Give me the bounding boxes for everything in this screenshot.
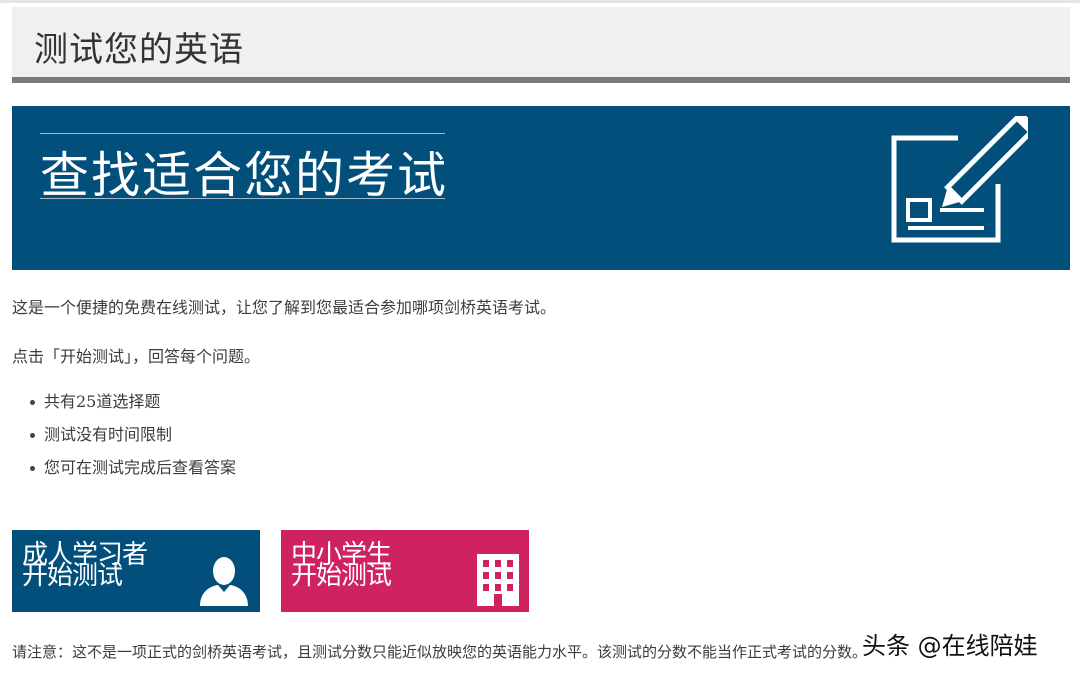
list-item-text: 测试没有时间限制 (44, 425, 173, 444)
feature-list: 共有25道选择题 测试没有时间限制 您可在测试完成后查看答案 (12, 390, 236, 489)
list-item-text: 共有25道选择题 (44, 392, 161, 411)
header-divider (12, 77, 1070, 83)
bullet-icon (30, 466, 35, 471)
adult-start-test-button[interactable]: 成人学习者 开始测试 (12, 530, 260, 612)
student-start-test-button[interactable]: 中小学生 开始测试 (281, 530, 529, 612)
exam-form-pencil-icon (891, 116, 1028, 243)
page-title: 测试您的英语 (34, 30, 244, 70)
banner-rule-top (40, 133, 445, 134)
list-item: 您可在测试完成后查看答案 (12, 456, 236, 489)
cta-label-line2: 开始测试 (291, 561, 392, 591)
person-icon (200, 557, 248, 606)
banner-title: 查找适合您的考试 (40, 147, 449, 204)
banner-rule-bottom (40, 198, 445, 199)
disclaimer-note: 请注意：这不是一项正式的剑桥英语考试，且测试分数只能近似放映您的英语能力水平。该… (12, 643, 868, 661)
list-item-text: 您可在测试完成后查看答案 (44, 458, 237, 477)
school-building-icon (477, 554, 519, 606)
instruction-text: 点击「开始测试」，回答每个问题。 (12, 347, 261, 366)
list-item: 测试没有时间限制 (12, 423, 236, 456)
page-header: 测试您的英语 (12, 7, 1070, 77)
list-item: 共有25道选择题 (12, 390, 236, 423)
top-rule (0, 0, 1080, 3)
bullet-icon (30, 433, 35, 438)
watermark: 头条 @在线陪娃 (862, 632, 1038, 660)
banner: 查找适合您的考试 (12, 106, 1070, 270)
intro-text: 这是一个便捷的免费在线测试，让您了解到您最适合参加哪项剑桥英语考试。 (12, 298, 557, 317)
cta-label-line2: 开始测试 (22, 561, 123, 591)
bullet-icon (30, 400, 35, 405)
